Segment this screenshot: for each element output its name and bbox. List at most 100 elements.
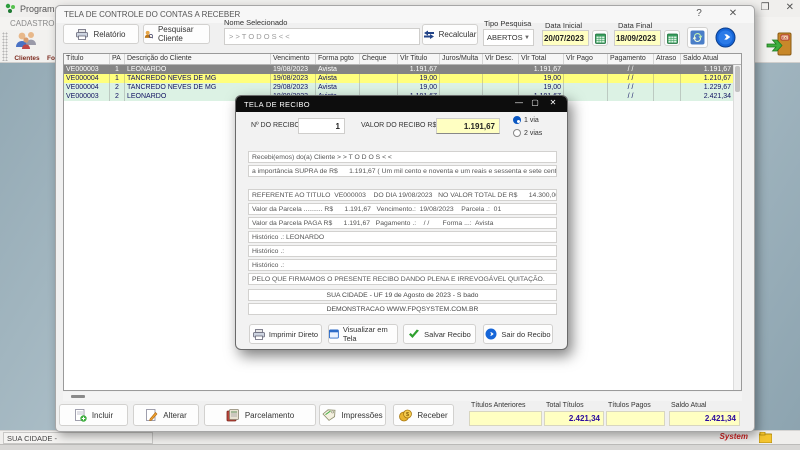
copies-1via-option[interactable]: 1 via [513, 116, 539, 124]
app-maximize-button[interactable]: ❐ [761, 2, 770, 13]
table-cell: / / [608, 83, 654, 92]
include-button[interactable]: Incluir [59, 404, 128, 426]
start-date-calendar-button[interactable] [592, 30, 608, 46]
app-close-button[interactable]: ✕ [786, 2, 794, 13]
table-row[interactable]: VE0000031LEONARDO19/08/2023Avista1.191,6… [64, 65, 741, 74]
end-date-input[interactable]: 18/09/2023 [614, 30, 661, 46]
table-header-cell[interactable]: Vlr Titulo [398, 54, 440, 64]
table-cell: Avista [316, 65, 360, 74]
table-cell [360, 83, 398, 92]
table-cell: 1.210,67 [681, 74, 733, 83]
receipt-value-input[interactable]: 1.191,67 [436, 118, 500, 134]
statusbar-brand-icon [759, 432, 772, 443]
installment-button-label: Parcelamento [245, 411, 294, 420]
radio-unselected-icon[interactable] [513, 129, 521, 137]
current-balance-value: 2.421,34 [669, 411, 740, 426]
history-field-1[interactable]: Histórico .: LEONARDO [248, 231, 557, 243]
print-direct-button[interactable]: Imprimir Direto [249, 324, 322, 344]
coins-icon: $ [399, 409, 412, 422]
table-row[interactable]: VE0000042TANCREDO NEVES DE MG29/08/2023A… [64, 83, 741, 92]
settlement-field[interactable]: PELO QUE FIRMAMOS O PRESENTE RECIBO DAND… [248, 273, 557, 285]
preview-button[interactable]: Visualizar em Tela [328, 324, 398, 344]
table-row[interactable]: VE0000041TANCREDO NEVES DE MG19/08/2023A… [64, 74, 741, 83]
modal-minimize-button[interactable]: — [513, 98, 525, 107]
modal-title: TELA DE RECIBO [244, 100, 310, 109]
installment-field[interactable]: Valor da Parcela .......... R$ 1.191,67 … [248, 203, 557, 215]
copies-2vias-option[interactable]: 2 vias [513, 129, 542, 137]
total-titles-label: Total Títulos [546, 402, 584, 409]
table-header-cell[interactable]: Vlr Total [519, 54, 564, 64]
reference-field[interactable]: REFERENTE AO TITULO VE000003 DO DIA 19/0… [248, 189, 557, 201]
document-add-icon [74, 409, 87, 422]
table-header-cell[interactable]: Cheque [360, 54, 398, 64]
green-check-icon [408, 329, 420, 339]
vertical-scrollbar-thumb[interactable] [735, 66, 740, 92]
toolbar-clients-button[interactable]: Clientes [8, 31, 46, 62]
search-type-select[interactable]: ABERTOS ▼ [483, 29, 534, 46]
table-header-cell[interactable]: Saldo Atual [681, 54, 733, 64]
table-header-cell[interactable]: PA [110, 54, 125, 64]
table-cell: 1.191,67 [519, 65, 564, 74]
window-close-button[interactable]: ✕ [726, 8, 740, 19]
end-date-calendar-button[interactable] [664, 30, 680, 46]
table-cell: 2.421,34 [681, 92, 733, 101]
paid-installment-field[interactable]: Valor da Parcela PAGA R$ 1.191,67 Pagame… [248, 217, 557, 229]
search-type-label: Tipo Pesquisa [484, 19, 531, 28]
history-field-3[interactable]: Histórico .: [248, 259, 557, 271]
table-header-cell[interactable]: Vlr Pago [564, 54, 608, 64]
svg-text:$: $ [406, 412, 409, 418]
save-receipt-button[interactable]: Salvar Recibo [403, 324, 476, 344]
table-cell [483, 74, 519, 83]
table-header-cell[interactable]: Descrição do Cliente [125, 54, 271, 64]
table-header-cell[interactable]: Vlr Desc. [483, 54, 519, 64]
city-date-field[interactable]: SUA CIDADE - UF 19 de Agosto de 2023 - S… [248, 289, 557, 301]
table-header-cell[interactable]: Título [64, 54, 110, 64]
go-exit-button[interactable] [714, 26, 737, 49]
window-help-button[interactable]: ? [692, 8, 706, 19]
installment-button[interactable]: Parcelamento [204, 404, 316, 426]
radio-selected-icon[interactable] [513, 116, 521, 124]
table-cell: 19,00 [398, 74, 440, 83]
modal-close-button[interactable]: ✕ [547, 98, 559, 107]
horizontal-scrollbar[interactable] [63, 392, 742, 401]
table-cell [440, 65, 483, 74]
receipt-number-input[interactable]: 1 [298, 118, 345, 134]
vertical-scrollbar[interactable] [733, 65, 741, 391]
toolbar-exit-button[interactable]: EXIT [762, 31, 798, 62]
table-cell: 1 [110, 74, 125, 83]
print-button[interactable]: Impressões [319, 404, 386, 426]
recalculate-button[interactable]: Recalcular [422, 24, 478, 45]
menu-cadastros[interactable]: CADASTROS [10, 19, 60, 28]
receive-button[interactable]: $ Receber [393, 404, 454, 426]
history-field-2[interactable]: Histórico .: [248, 245, 557, 257]
report-button[interactable]: Relatório [63, 24, 139, 44]
horizontal-scrollbar-thumb[interactable] [71, 395, 85, 398]
table-cell: 2 [110, 83, 125, 92]
received-from-field[interactable]: Recebi(emos) do(a) Cliente > > T O D O S… [248, 151, 557, 163]
clients-people-icon [14, 31, 40, 51]
print-direct-label: Imprimir Direto [269, 330, 318, 339]
table-header-cell[interactable]: Atraso [654, 54, 681, 64]
table-cell: 1.191,67 [398, 65, 440, 74]
table-cell [360, 74, 398, 83]
document-edit-icon [145, 409, 158, 422]
amount-words-field[interactable]: a importância SUPRA de R$ 1.191,67 ( Um … [248, 165, 557, 177]
refresh-button[interactable] [687, 27, 708, 48]
edit-button[interactable]: Alterar [133, 404, 199, 426]
include-button-label: Incluir [92, 411, 113, 420]
table-cell: VE000003 [64, 65, 110, 74]
table-cell: LEONARDO [125, 65, 271, 74]
table-header-cell[interactable]: Juros/Multa [440, 54, 483, 64]
table-header-cell[interactable]: Forma pgto [316, 54, 360, 64]
edit-button-label: Alterar [163, 411, 187, 420]
exit-receipt-button[interactable]: Sair do Recibo [483, 324, 553, 344]
selected-name-input[interactable]: > > T O D O S < < [224, 28, 420, 45]
table-header-row[interactable]: TítuloPADescrição do ClienteVencimentoFo… [64, 54, 741, 65]
table-header-cell[interactable]: Vencimento [271, 54, 316, 64]
demo-field[interactable]: DEMONSTRACAO WWW.FPQSYSTEM.COM.BR [248, 303, 557, 315]
start-date-input[interactable]: 20/07/2023 [542, 30, 589, 46]
modal-maximize-button[interactable]: ▢ [529, 98, 541, 107]
search-client-button[interactable]: Pesquisar Cliente [143, 24, 210, 44]
table-header-cell[interactable]: Pagamento [608, 54, 654, 64]
table-cell: 19/08/2023 [271, 65, 316, 74]
